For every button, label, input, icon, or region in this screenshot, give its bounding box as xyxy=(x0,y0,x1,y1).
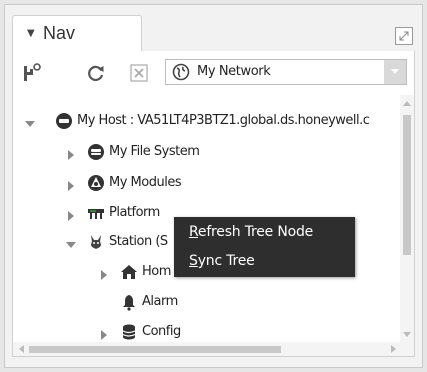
collapsed-arrow-icon[interactable] xyxy=(99,326,109,340)
tree-row-alarm[interactable]: Alarm xyxy=(13,290,400,314)
collapsed-arrow-icon[interactable] xyxy=(66,177,76,191)
station-icon xyxy=(87,233,105,251)
network-select[interactable]: My Network xyxy=(165,59,407,85)
menu-item-refresh-tree-node[interactable]: Refresh Tree Node xyxy=(189,224,313,240)
tree-row-my-host[interactable]: My Host : VA51LT4P3BTZ1.global.ds.honeyw… xyxy=(13,109,400,133)
caret-down-icon[interactable]: ▼ xyxy=(27,28,35,39)
file-system-icon xyxy=(87,143,105,161)
chevron-down-icon[interactable] xyxy=(384,60,406,84)
vertical-scrollbar[interactable] xyxy=(400,95,414,343)
maximize-icon[interactable] xyxy=(395,27,413,45)
alarm-icon xyxy=(120,293,138,311)
scroll-down-arrow-icon[interactable] xyxy=(403,332,411,337)
globe-icon xyxy=(172,63,190,81)
collapsed-arrow-icon[interactable] xyxy=(66,207,76,221)
menu-item-mnemonic: S xyxy=(189,253,198,269)
context-menu: Refresh Tree Node Sync Tree xyxy=(174,217,355,277)
scrollbar-corner xyxy=(400,342,414,356)
vertical-scroll-thumb[interactable] xyxy=(403,115,411,255)
menu-item-label: ync Tree xyxy=(197,253,255,269)
tab-bar: ▼ Nav xyxy=(5,5,422,51)
toolbar: My Network xyxy=(12,51,415,95)
collapsed-arrow-icon[interactable] xyxy=(99,266,109,280)
close-icon[interactable] xyxy=(128,62,150,84)
scroll-right-arrow-icon[interactable] xyxy=(391,345,396,353)
menu-item-label: efresh Tree Node xyxy=(197,224,314,240)
tree-row-label: Alarm xyxy=(142,294,178,309)
tree-row-config[interactable]: Config xyxy=(13,320,400,344)
tree-row-label: My File System xyxy=(109,144,200,159)
menu-item-sync-tree[interactable]: Sync Tree xyxy=(189,253,255,269)
nav-panel: ▼ Nav My Network My Host: VA51LT4P3BTZ1… xyxy=(4,4,423,368)
menu-item-mnemonic: R xyxy=(189,224,198,240)
collapsed-arrow-icon[interactable] xyxy=(66,146,76,160)
scroll-up-arrow-icon[interactable] xyxy=(403,101,411,106)
tree-row-label: My Host : VA51LT4P3BTZ1.global.ds.honeyw… xyxy=(77,113,370,128)
tab-title: Nav xyxy=(43,23,76,43)
modules-icon xyxy=(87,174,105,192)
tree-row-label: My Modules xyxy=(109,175,182,190)
horizontal-scroll-thumb[interactable] xyxy=(29,346,281,353)
tab-nav[interactable]: ▼ Nav xyxy=(12,15,142,51)
home-icon xyxy=(120,263,138,281)
expanded-arrow-icon[interactable] xyxy=(25,115,35,127)
tree-row-my-modules[interactable]: My Modules xyxy=(13,171,400,195)
config-icon xyxy=(120,323,138,341)
horizontal-scrollbar[interactable] xyxy=(13,342,402,356)
network-select-value: My Network xyxy=(197,64,271,79)
tree-row-label: Station (S xyxy=(109,234,168,249)
expanded-arrow-icon[interactable] xyxy=(66,236,76,248)
tree-row-label: Config xyxy=(142,324,181,339)
host-icon xyxy=(55,112,73,130)
scroll-left-arrow-icon[interactable] xyxy=(19,345,24,353)
nav-config-icon[interactable] xyxy=(21,62,43,84)
tree-row-label: Hom xyxy=(142,264,171,279)
platform-icon xyxy=(87,204,105,222)
tree-row-my-file-system[interactable]: My File System xyxy=(13,140,400,164)
tree-row-label: Platform xyxy=(109,205,160,220)
refresh-icon[interactable] xyxy=(85,62,107,84)
